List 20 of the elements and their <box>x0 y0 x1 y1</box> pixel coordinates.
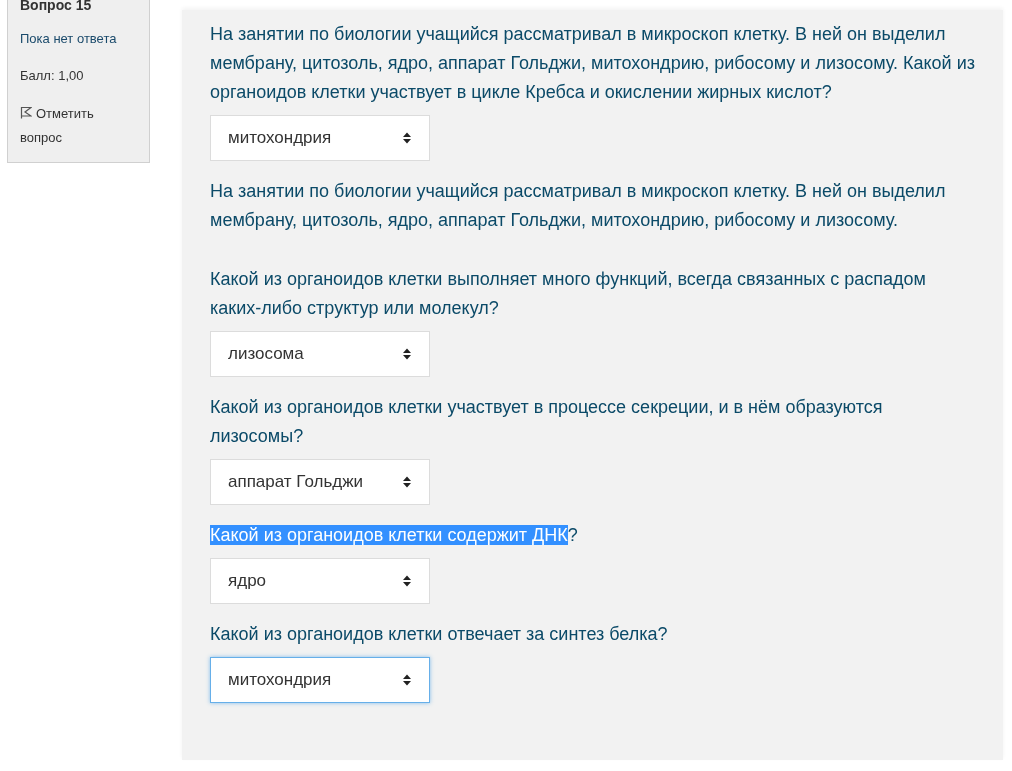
question-text: На занятии по биологии учащийся рассматривал в микроскоп клетку. В ней он выделил мембрану, цитозоль, ядро, аппарат Гольджи, митохондрию, рибосому и лизосому. <box>210 180 947 232</box>
question-text: На занятии по биологии учащийся рассматривал в микроскоп клетку. В ней он выделил мембрану, цитозоль, ядро, аппарат Гольджи, митохондрию, рибосому и лизосому. Какой из органоидов клетки участвует в цикле Кребса и окислении жирных кислот? <box>210 23 975 104</box>
answer-status: Пока нет ответа <box>20 30 118 48</box>
question-text: Какой из органоидов клетки выполняет много функций, всегда связанных с распадом каких-либо структур или молекул? <box>210 268 927 320</box>
question-text: Какой из органоидов клетки участвует в процессе секреции, и в нём образуются лизосомы? <box>210 396 884 448</box>
flag-icon <box>20 106 32 119</box>
sort-caret-icon <box>402 131 412 145</box>
question-text: Какой из органоидов клетки отвечает за синтез белка? <box>210 623 669 646</box>
sort-caret-icon <box>402 574 412 588</box>
answer-select[interactable]: аппарат Гольджи <box>210 459 430 505</box>
sort-caret-icon <box>402 673 412 687</box>
answer-select[interactable]: митохондрия <box>210 115 430 161</box>
answer-select[interactable]: митохондрия <box>210 657 430 703</box>
answer-select[interactable]: ядро <box>210 558 430 604</box>
sort-caret-icon <box>402 475 412 489</box>
sort-caret-icon <box>402 347 412 361</box>
score-text: Балл: 1,00 <box>20 66 85 85</box>
question-number: Вопрос 15 <box>20 0 93 12</box>
flag-question-link[interactable]: Отметить вопрос <box>20 102 137 150</box>
answer-select[interactable]: лизосома <box>210 331 430 377</box>
